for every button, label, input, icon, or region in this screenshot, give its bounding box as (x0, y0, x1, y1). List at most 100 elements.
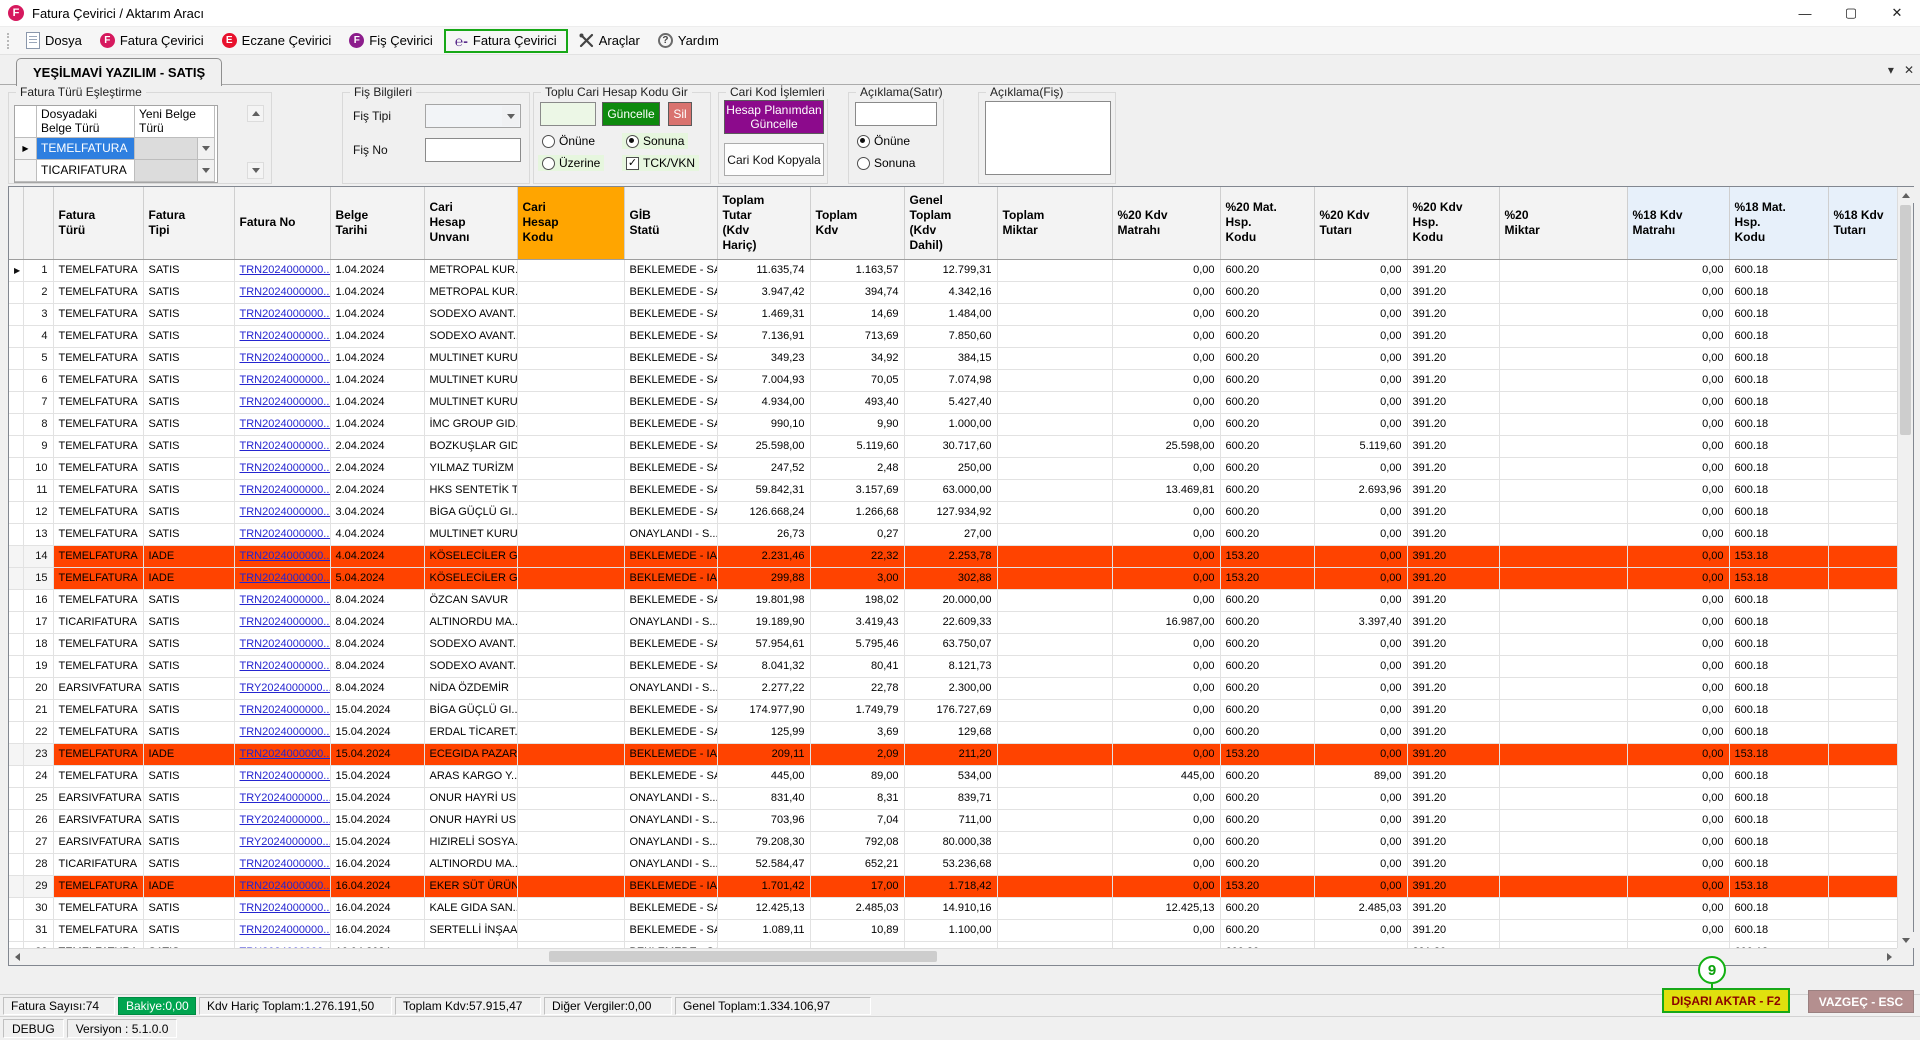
cell-tarih[interactable]: 15.04.2024 (330, 787, 425, 810)
cell-t20[interactable]: 0,00 (1314, 369, 1408, 392)
cell-turu[interactable]: TEMELFATURA (53, 897, 144, 920)
cell-miktar[interactable] (997, 325, 1113, 348)
cell-n[interactable]: 19 (23, 655, 54, 678)
cell-unvan[interactable]: ALTINORDU MA... (424, 853, 518, 876)
cell-t18[interactable] (1828, 831, 1897, 854)
cell-t18[interactable] (1828, 941, 1897, 948)
cell-unvan[interactable]: HKS SENTETİK T... (424, 479, 518, 502)
cell-mk20[interactable]: 600.20 (1220, 391, 1315, 414)
belge-turu-row[interactable]: TICARIFATURA (15, 160, 217, 182)
cell-kdv[interactable]: 2,09 (810, 743, 905, 766)
cell-mik20[interactable] (1499, 765, 1628, 788)
cell-miktar[interactable] (997, 743, 1113, 766)
cell-genel[interactable]: 839,71 (904, 787, 998, 810)
cell-kdv[interactable]: 0,27 (810, 523, 905, 546)
cell-mik20[interactable] (1499, 413, 1628, 436)
cell-mik20[interactable] (1499, 479, 1628, 502)
cell-tutar[interactable]: 8.041,32 (717, 655, 811, 678)
cell-kodu[interactable] (517, 699, 625, 722)
cell-miktar[interactable] (997, 787, 1113, 810)
row-marker[interactable] (9, 611, 24, 634)
cell-miktar[interactable] (997, 655, 1113, 678)
cell-tk20[interactable]: 391.20 (1407, 809, 1500, 832)
cell-genel[interactable]: 63.000,00 (904, 479, 998, 502)
cell-genel[interactable]: 2.253,78 (904, 545, 998, 568)
cell-kdv[interactable] (810, 941, 905, 948)
cell-t18[interactable] (1828, 325, 1897, 348)
cell-mk18[interactable]: 600.18 (1729, 347, 1829, 370)
cell-kodu[interactable] (517, 633, 625, 656)
column-header-tarih[interactable]: Belge Tarihi (330, 187, 425, 260)
cell-kdv[interactable]: 3,69 (810, 721, 905, 744)
menu-item-eczane-cevirici[interactable]: E Eczane Çevirici (213, 30, 341, 51)
cell-ticarifatura[interactable]: TICARIFATURA (37, 160, 135, 182)
belge-turu-row[interactable]: ▶ TEMELFATURA (15, 138, 217, 160)
cell-t20[interactable]: 0,00 (1314, 325, 1408, 348)
cell-m18[interactable]: 0,00 (1627, 457, 1730, 480)
cell-gib[interactable]: BEKLEMEDE - IA... (624, 567, 718, 590)
cell-tipi[interactable]: SATIS (143, 831, 235, 854)
cell-unvan[interactable]: SODEXO AVANT... (424, 303, 518, 326)
cell-miktar[interactable] (997, 413, 1113, 436)
cell-m18[interactable] (1627, 941, 1730, 948)
cell-miktar[interactable] (997, 589, 1113, 612)
cell-tk20[interactable]: 391.20 (1407, 259, 1500, 282)
row-marker[interactable] (9, 831, 24, 854)
cell-t20[interactable]: 5.119,60 (1314, 435, 1408, 458)
cell-tarih[interactable]: 1.04.2024 (330, 259, 425, 282)
cell-m20[interactable]: 0,00 (1112, 699, 1221, 722)
cell-mk18[interactable]: 600.18 (1729, 633, 1829, 656)
cell-m18[interactable]: 0,00 (1627, 831, 1730, 854)
cell-n[interactable]: 16 (23, 589, 54, 612)
radio-satir-onune[interactable]: Önüne (853, 133, 914, 149)
cell-tarih[interactable]: 15.04.2024 (330, 699, 425, 722)
cell-t20[interactable]: 0,00 (1314, 589, 1408, 612)
cell-tipi[interactable]: SATIS (143, 941, 235, 948)
checkbox-tckvkn[interactable]: ✓ TCK/VKN (622, 155, 700, 171)
cell-mk20[interactable]: 600.20 (1220, 523, 1315, 546)
cell-mik20[interactable] (1499, 567, 1628, 590)
cell-t20[interactable]: 0,00 (1314, 281, 1408, 304)
cell-mk18[interactable]: 600.18 (1729, 259, 1829, 282)
cell-tipi[interactable]: SATIS (143, 699, 235, 722)
cell-n[interactable]: 13 (23, 523, 54, 546)
cell-tutar[interactable]: 209,11 (717, 743, 811, 766)
cell-miktar[interactable] (997, 391, 1113, 414)
column-header-mk20[interactable]: %20 Mat. Hsp. Kodu (1220, 187, 1315, 260)
cell-t20[interactable]: 2.693,96 (1314, 479, 1408, 502)
cell-m20[interactable]: 25.598,00 (1112, 435, 1221, 458)
cell-tipi[interactable]: SATIS (143, 589, 235, 612)
cell-unvan[interactable]: ONUR HAYRİ US... (424, 787, 518, 810)
cell-turu[interactable]: EARSIVFATURA (53, 831, 144, 854)
cell-n[interactable]: 21 (23, 699, 54, 722)
cell-genel[interactable]: 1.718,42 (904, 875, 998, 898)
cell-tk20[interactable]: 391.20 (1407, 479, 1500, 502)
minimize-button[interactable]: — (1782, 0, 1828, 26)
cell-t20[interactable]: 0,00 (1314, 567, 1408, 590)
fis-no-input[interactable] (425, 138, 521, 162)
cell-turu[interactable]: TEMELFATURA (53, 281, 144, 304)
table-row[interactable]: 32TEMELFATURASATISTRN2024000000...16.04.… (9, 941, 1897, 948)
cell-tarih[interactable]: 4.04.2024 (330, 545, 425, 568)
cell-unvan[interactable]: ARAS KARGO Y... (424, 765, 518, 788)
tab-close-icon[interactable]: ✕ (1904, 63, 1914, 77)
cell-kodu[interactable] (517, 677, 625, 700)
fatura-no-link[interactable]: TRN2024000000... (240, 396, 330, 408)
menu-item-fis-cevirici[interactable]: F Fiş Çevirici (340, 30, 442, 51)
cell-kodu[interactable] (517, 941, 625, 948)
cell-mk18[interactable]: 600.18 (1729, 325, 1829, 348)
guncelle-button[interactable]: Güncelle (602, 102, 660, 126)
cell-t18[interactable] (1828, 259, 1897, 282)
cell-tarih[interactable]: 8.04.2024 (330, 589, 425, 612)
fatura-no-link[interactable]: TRN2024000000... (240, 308, 330, 320)
cell-t18[interactable] (1828, 633, 1897, 656)
cell-kodu[interactable] (517, 303, 625, 326)
row-marker[interactable] (9, 479, 24, 502)
cell-kodu[interactable] (517, 545, 625, 568)
cell-tk20[interactable]: 391.20 (1407, 457, 1500, 480)
column-header-genel[interactable]: Genel Toplam (Kdv Dahil) (904, 187, 998, 260)
cell-mk20[interactable]: 600.20 (1220, 765, 1315, 788)
cell-n[interactable]: 28 (23, 853, 54, 876)
radio-satir-sonuna[interactable]: Sonuna (853, 155, 919, 171)
cell-tk20[interactable]: 391.20 (1407, 655, 1500, 678)
